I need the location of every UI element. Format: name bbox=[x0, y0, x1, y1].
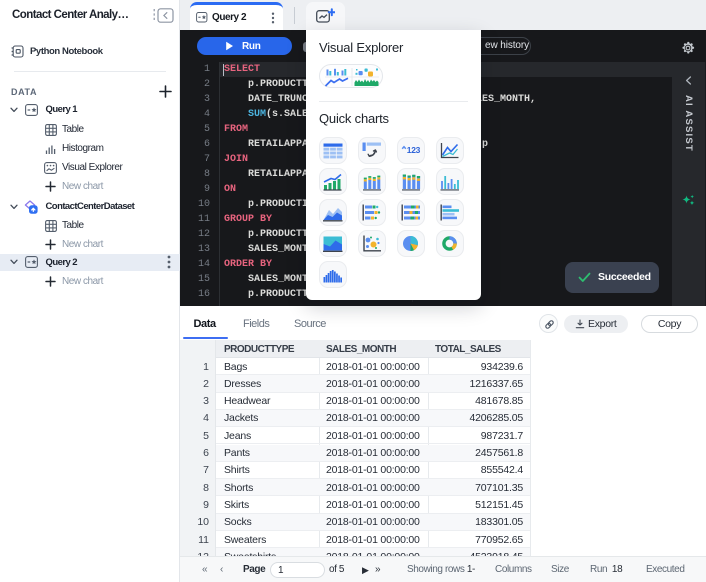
svg-text:123: 123 bbox=[407, 145, 421, 155]
